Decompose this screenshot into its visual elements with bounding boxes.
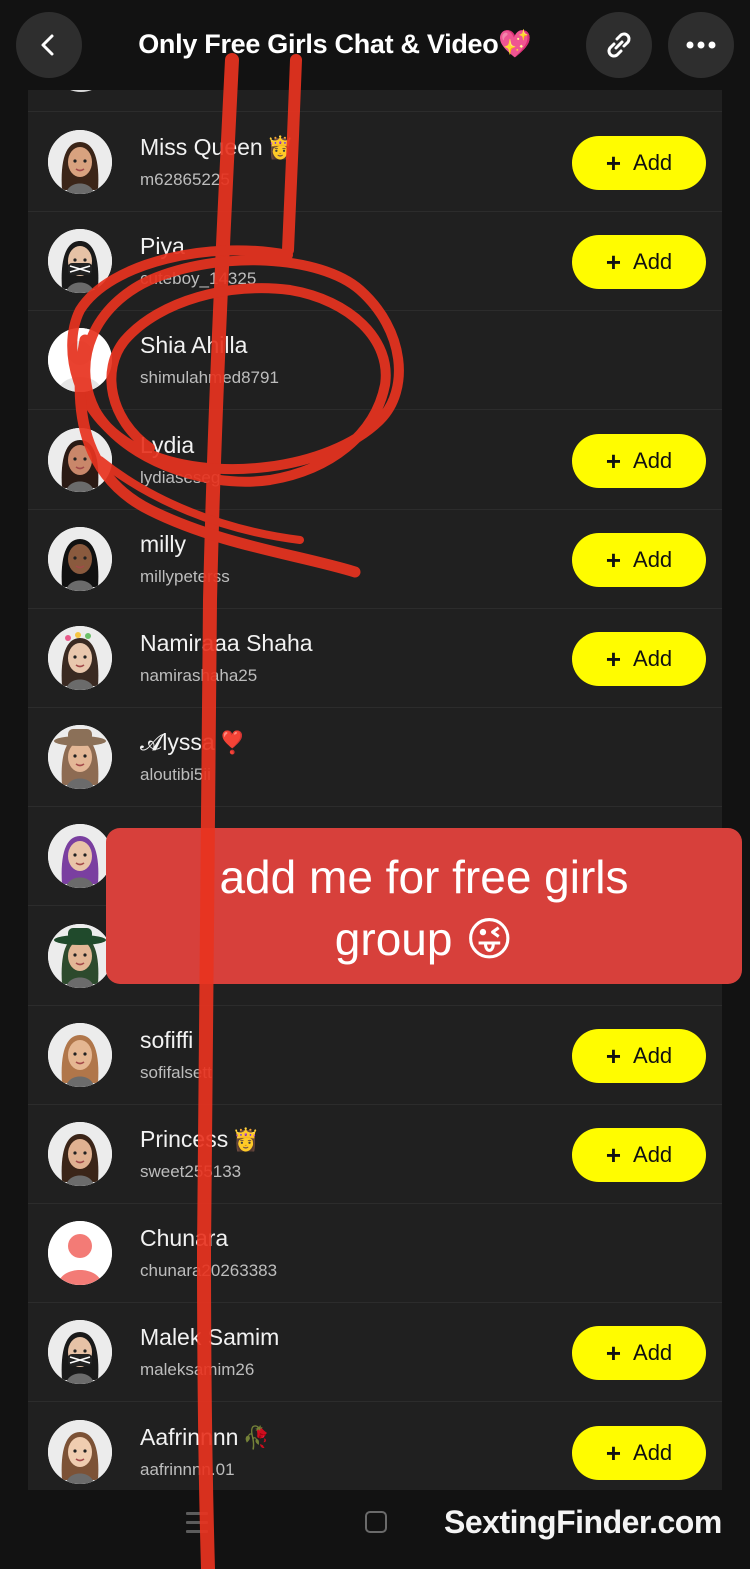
- watermark: SextingFinder.com: [444, 1504, 722, 1540]
- member-name: 𝓐lyssa ❣️: [140, 729, 247, 756]
- list-item[interactable]: Piya cuteboy_14325 + Add: [28, 211, 722, 312]
- add-friend-button[interactable]: + Add: [572, 532, 706, 587]
- list-item[interactable]: Chunara chunara20263383: [28, 1203, 722, 1304]
- promo-banner-line2: group 😜: [334, 913, 514, 965]
- member-list: Miss Queen 👸 m62865225 + Add Piya cuteboy_1432…: [28, 86, 722, 1490]
- plus-icon: +: [605, 1437, 622, 1468]
- add-friend-button[interactable]: + Add: [572, 235, 706, 290]
- member-username: millypeterss: [140, 566, 230, 586]
- plus-icon: +: [605, 644, 622, 674]
- add-friend-button[interactable]: + Add: [572, 1326, 706, 1381]
- more-options-button[interactable]: [668, 12, 734, 78]
- add-label: Add: [633, 646, 673, 671]
- add-friend-button[interactable]: + Add: [572, 433, 706, 488]
- avatar[interactable]: [48, 1320, 112, 1385]
- list-item[interactable]: sofiffi sofifalsett + Add: [28, 1005, 722, 1105]
- member-name: Princess 👸: [140, 1126, 260, 1152]
- avatar[interactable]: [48, 725, 112, 790]
- home-icon[interactable]: [365, 1511, 387, 1533]
- system-nav-bar: SextingFinder.com: [0, 1490, 750, 1569]
- add-label: Add: [633, 249, 673, 275]
- add-label: Add: [633, 546, 673, 572]
- add-label: Add: [633, 1142, 673, 1167]
- add-friend-button[interactable]: + Add: [572, 1128, 706, 1182]
- plus-icon: +: [605, 1140, 622, 1170]
- member-name: Malek Samim: [140, 1324, 280, 1351]
- add-friend-button[interactable]: + Add: [572, 1425, 706, 1480]
- plus-icon: +: [605, 247, 622, 278]
- group-title: Only Free Girls Chat & Video💖: [138, 29, 532, 59]
- plus-icon: +: [605, 1040, 622, 1071]
- promo-banner: add me for free girls group 😜: [106, 828, 742, 984]
- member-emoji: ❣️: [218, 730, 247, 756]
- member-name: Namiraaa Shaha: [140, 630, 313, 656]
- add-label: Add: [633, 1439, 673, 1465]
- add-label: Add: [633, 447, 673, 473]
- avatar[interactable]: [48, 130, 112, 194]
- list-item[interactable]: Aafrinnnn 🥀 aafrinnnn.01 + Add: [28, 1402, 722, 1490]
- avatar[interactable]: [48, 923, 112, 988]
- share-link-button[interactable]: [586, 12, 652, 78]
- member-name: Lydia: [140, 431, 195, 458]
- back-button[interactable]: [16, 12, 82, 78]
- link-icon: [607, 32, 631, 58]
- member-username: lydiaseseg: [140, 467, 221, 487]
- member-username: aafrinnnn.01: [140, 1459, 235, 1479]
- promo-banner-line1: add me for free girls: [219, 851, 629, 903]
- list-item[interactable]: Shia Ahilla shimulahmed8791: [28, 310, 722, 411]
- member-username: aloutibi5ii: [140, 765, 211, 785]
- member-name: Piya: [140, 233, 185, 260]
- list-item[interactable]: Lydia lydiaseseg + Add: [28, 410, 722, 510]
- avatar[interactable]: [48, 427, 112, 492]
- recents-icon[interactable]: [186, 1512, 208, 1534]
- add-label: Add: [633, 1042, 673, 1068]
- plus-icon: +: [605, 148, 622, 178]
- avatar[interactable]: [48, 526, 112, 591]
- more-horizontal-icon: [686, 41, 716, 49]
- list-item[interactable]: 𝓐lyssa ❣️ aloutibi5ii: [28, 707, 722, 808]
- avatar[interactable]: [48, 1122, 112, 1186]
- avatar[interactable]: [48, 1022, 112, 1087]
- member-username: chunara20263383: [140, 1261, 278, 1281]
- add-label: Add: [633, 1340, 673, 1366]
- member-name: sofiffi: [140, 1026, 194, 1053]
- plus-icon: +: [605, 544, 622, 575]
- member-username: shimulahmed8791: [140, 368, 279, 388]
- member-username: sofifalsett: [140, 1062, 212, 1082]
- member-emoji: 👸: [266, 135, 295, 160]
- member-username: m62865225: [140, 170, 230, 189]
- add-friend-button[interactable]: + Add: [572, 632, 706, 686]
- member-username: namirashaha25: [140, 666, 258, 685]
- avatar[interactable]: [48, 824, 112, 889]
- list-item[interactable]: Namiraaa Shaha namirashaha25 + Add: [28, 608, 722, 708]
- member-emoji: 👸: [232, 1127, 260, 1152]
- member-username: sweet255133: [140, 1162, 242, 1181]
- add-label: Add: [633, 150, 673, 175]
- member-name: Miss Queen 👸: [140, 134, 295, 160]
- list-item[interactable]: milly millypeterss + Add: [28, 509, 722, 609]
- member-name: Chunara: [140, 1225, 229, 1252]
- avatar[interactable]: [48, 1419, 112, 1484]
- avatar[interactable]: [48, 328, 112, 393]
- chevron-left-icon: [41, 34, 54, 56]
- avatar[interactable]: [48, 626, 112, 690]
- top-bar: Only Free Girls Chat & Video💖: [0, 0, 750, 90]
- plus-icon: +: [605, 1338, 622, 1369]
- member-name: Aafrinnnn 🥀: [140, 1423, 270, 1450]
- member-name: Shia Ahilla: [140, 332, 248, 359]
- add-friend-button[interactable]: + Add: [572, 1028, 706, 1083]
- add-friend-button[interactable]: + Add: [572, 136, 706, 190]
- list-item[interactable]: Malek Samim maleksamim26 + Add: [28, 1302, 722, 1403]
- member-username: maleksamim26: [140, 1360, 255, 1380]
- plus-icon: +: [605, 445, 622, 476]
- member-emoji: 🥀: [242, 1424, 270, 1450]
- avatar[interactable]: [48, 1221, 112, 1286]
- list-item[interactable]: Princess 👸 sweet255133 + Add: [28, 1104, 722, 1204]
- list-item[interactable]: Miss Queen 👸 m62865225 + Add: [28, 112, 722, 212]
- member-name: milly: [140, 530, 186, 557]
- member-username: cuteboy_14325: [140, 269, 257, 289]
- avatar[interactable]: [48, 229, 112, 294]
